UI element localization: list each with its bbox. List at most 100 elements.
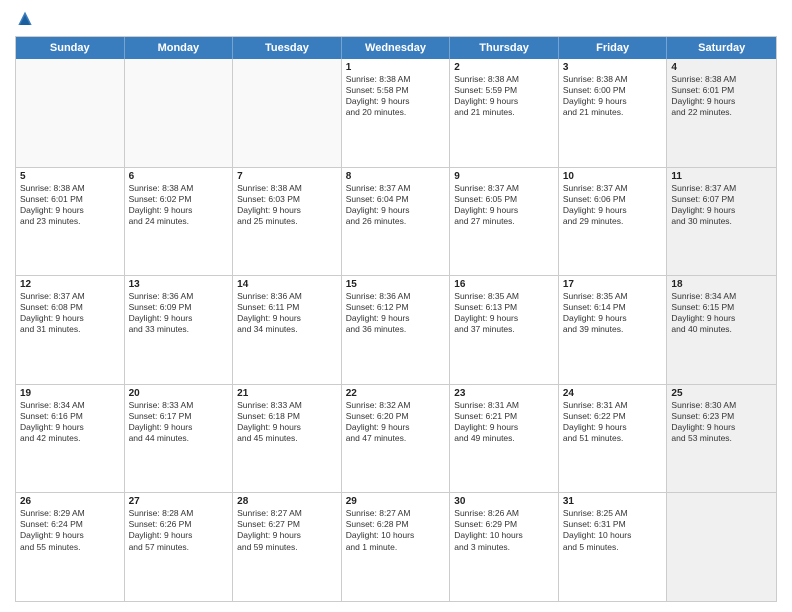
day-number: 13	[129, 279, 229, 290]
logo-icon	[15, 10, 35, 30]
day-number: 22	[346, 388, 446, 399]
cell-info: Sunrise: 8:31 AM Sunset: 6:22 PM Dayligh…	[563, 400, 663, 444]
day-number: 1	[346, 62, 446, 73]
cell-info: Sunrise: 8:37 AM Sunset: 6:07 PM Dayligh…	[671, 183, 772, 227]
calendar-row-3: 19Sunrise: 8:34 AM Sunset: 6:16 PM Dayli…	[16, 385, 776, 494]
calendar-cell-r2-c6: 18Sunrise: 8:34 AM Sunset: 6:15 PM Dayli…	[667, 276, 776, 384]
cell-info: Sunrise: 8:34 AM Sunset: 6:15 PM Dayligh…	[671, 291, 772, 335]
calendar-cell-r2-c4: 16Sunrise: 8:35 AM Sunset: 6:13 PM Dayli…	[450, 276, 559, 384]
cell-info: Sunrise: 8:34 AM Sunset: 6:16 PM Dayligh…	[20, 400, 120, 444]
calendar-row-4: 26Sunrise: 8:29 AM Sunset: 6:24 PM Dayli…	[16, 493, 776, 601]
calendar-cell-r0-c3: 1Sunrise: 8:38 AM Sunset: 5:58 PM Daylig…	[342, 59, 451, 167]
calendar-cell-r4-c6	[667, 493, 776, 601]
cell-info: Sunrise: 8:29 AM Sunset: 6:24 PM Dayligh…	[20, 508, 120, 552]
cell-info: Sunrise: 8:38 AM Sunset: 5:58 PM Dayligh…	[346, 74, 446, 118]
weekday-header-friday: Friday	[559, 37, 668, 59]
logo	[15, 10, 39, 30]
day-number: 14	[237, 279, 337, 290]
calendar-cell-r2-c0: 12Sunrise: 8:37 AM Sunset: 6:08 PM Dayli…	[16, 276, 125, 384]
day-number: 15	[346, 279, 446, 290]
calendar-cell-r1-c2: 7Sunrise: 8:38 AM Sunset: 6:03 PM Daylig…	[233, 168, 342, 276]
cell-info: Sunrise: 8:33 AM Sunset: 6:17 PM Dayligh…	[129, 400, 229, 444]
header	[15, 10, 777, 30]
weekday-header-monday: Monday	[125, 37, 234, 59]
day-number: 6	[129, 171, 229, 182]
cell-info: Sunrise: 8:37 AM Sunset: 6:04 PM Dayligh…	[346, 183, 446, 227]
cell-info: Sunrise: 8:27 AM Sunset: 6:27 PM Dayligh…	[237, 508, 337, 552]
calendar-cell-r0-c5: 3Sunrise: 8:38 AM Sunset: 6:00 PM Daylig…	[559, 59, 668, 167]
calendar-cell-r3-c5: 24Sunrise: 8:31 AM Sunset: 6:22 PM Dayli…	[559, 385, 668, 493]
cell-info: Sunrise: 8:32 AM Sunset: 6:20 PM Dayligh…	[346, 400, 446, 444]
day-number: 29	[346, 496, 446, 507]
calendar-cell-r0-c6: 4Sunrise: 8:38 AM Sunset: 6:01 PM Daylig…	[667, 59, 776, 167]
calendar-cell-r1-c6: 11Sunrise: 8:37 AM Sunset: 6:07 PM Dayli…	[667, 168, 776, 276]
weekday-header-tuesday: Tuesday	[233, 37, 342, 59]
cell-info: Sunrise: 8:28 AM Sunset: 6:26 PM Dayligh…	[129, 508, 229, 552]
day-number: 24	[563, 388, 663, 399]
day-number: 30	[454, 496, 554, 507]
calendar-row-2: 12Sunrise: 8:37 AM Sunset: 6:08 PM Dayli…	[16, 276, 776, 385]
calendar-cell-r3-c3: 22Sunrise: 8:32 AM Sunset: 6:20 PM Dayli…	[342, 385, 451, 493]
cell-info: Sunrise: 8:35 AM Sunset: 6:13 PM Dayligh…	[454, 291, 554, 335]
calendar-cell-r4-c3: 29Sunrise: 8:27 AM Sunset: 6:28 PM Dayli…	[342, 493, 451, 601]
day-number: 23	[454, 388, 554, 399]
cell-info: Sunrise: 8:25 AM Sunset: 6:31 PM Dayligh…	[563, 508, 663, 552]
cell-info: Sunrise: 8:38 AM Sunset: 6:02 PM Dayligh…	[129, 183, 229, 227]
calendar-cell-r1-c0: 5Sunrise: 8:38 AM Sunset: 6:01 PM Daylig…	[16, 168, 125, 276]
weekday-header-thursday: Thursday	[450, 37, 559, 59]
day-number: 8	[346, 171, 446, 182]
calendar-cell-r0-c0	[16, 59, 125, 167]
day-number: 25	[671, 388, 772, 399]
cell-info: Sunrise: 8:36 AM Sunset: 6:09 PM Dayligh…	[129, 291, 229, 335]
calendar-cell-r1-c5: 10Sunrise: 8:37 AM Sunset: 6:06 PM Dayli…	[559, 168, 668, 276]
day-number: 3	[563, 62, 663, 73]
day-number: 28	[237, 496, 337, 507]
day-number: 4	[671, 62, 772, 73]
calendar-header-row: SundayMondayTuesdayWednesdayThursdayFrid…	[16, 37, 776, 59]
calendar-cell-r3-c0: 19Sunrise: 8:34 AM Sunset: 6:16 PM Dayli…	[16, 385, 125, 493]
day-number: 20	[129, 388, 229, 399]
day-number: 10	[563, 171, 663, 182]
day-number: 21	[237, 388, 337, 399]
day-number: 5	[20, 171, 120, 182]
calendar-cell-r3-c1: 20Sunrise: 8:33 AM Sunset: 6:17 PM Dayli…	[125, 385, 234, 493]
calendar-cell-r1-c1: 6Sunrise: 8:38 AM Sunset: 6:02 PM Daylig…	[125, 168, 234, 276]
cell-info: Sunrise: 8:37 AM Sunset: 6:08 PM Dayligh…	[20, 291, 120, 335]
day-number: 17	[563, 279, 663, 290]
calendar-cell-r3-c6: 25Sunrise: 8:30 AM Sunset: 6:23 PM Dayli…	[667, 385, 776, 493]
calendar-row-0: 1Sunrise: 8:38 AM Sunset: 5:58 PM Daylig…	[16, 59, 776, 168]
calendar-cell-r0-c1	[125, 59, 234, 167]
day-number: 9	[454, 171, 554, 182]
day-number: 11	[671, 171, 772, 182]
day-number: 27	[129, 496, 229, 507]
calendar-cell-r4-c1: 27Sunrise: 8:28 AM Sunset: 6:26 PM Dayli…	[125, 493, 234, 601]
calendar-cell-r1-c3: 8Sunrise: 8:37 AM Sunset: 6:04 PM Daylig…	[342, 168, 451, 276]
calendar-cell-r3-c4: 23Sunrise: 8:31 AM Sunset: 6:21 PM Dayli…	[450, 385, 559, 493]
calendar: SundayMondayTuesdayWednesdayThursdayFrid…	[15, 36, 777, 602]
calendar-cell-r0-c2	[233, 59, 342, 167]
calendar-body: 1Sunrise: 8:38 AM Sunset: 5:58 PM Daylig…	[16, 59, 776, 601]
cell-info: Sunrise: 8:38 AM Sunset: 6:03 PM Dayligh…	[237, 183, 337, 227]
calendar-cell-r4-c2: 28Sunrise: 8:27 AM Sunset: 6:27 PM Dayli…	[233, 493, 342, 601]
cell-info: Sunrise: 8:38 AM Sunset: 6:01 PM Dayligh…	[20, 183, 120, 227]
calendar-cell-r4-c4: 30Sunrise: 8:26 AM Sunset: 6:29 PM Dayli…	[450, 493, 559, 601]
day-number: 12	[20, 279, 120, 290]
day-number: 31	[563, 496, 663, 507]
calendar-row-1: 5Sunrise: 8:38 AM Sunset: 6:01 PM Daylig…	[16, 168, 776, 277]
cell-info: Sunrise: 8:35 AM Sunset: 6:14 PM Dayligh…	[563, 291, 663, 335]
weekday-header-sunday: Sunday	[16, 37, 125, 59]
weekday-header-wednesday: Wednesday	[342, 37, 451, 59]
calendar-cell-r4-c5: 31Sunrise: 8:25 AM Sunset: 6:31 PM Dayli…	[559, 493, 668, 601]
cell-info: Sunrise: 8:37 AM Sunset: 6:05 PM Dayligh…	[454, 183, 554, 227]
cell-info: Sunrise: 8:27 AM Sunset: 6:28 PM Dayligh…	[346, 508, 446, 552]
cell-info: Sunrise: 8:38 AM Sunset: 5:59 PM Dayligh…	[454, 74, 554, 118]
calendar-cell-r3-c2: 21Sunrise: 8:33 AM Sunset: 6:18 PM Dayli…	[233, 385, 342, 493]
day-number: 19	[20, 388, 120, 399]
cell-info: Sunrise: 8:31 AM Sunset: 6:21 PM Dayligh…	[454, 400, 554, 444]
cell-info: Sunrise: 8:36 AM Sunset: 6:11 PM Dayligh…	[237, 291, 337, 335]
day-number: 7	[237, 171, 337, 182]
cell-info: Sunrise: 8:26 AM Sunset: 6:29 PM Dayligh…	[454, 508, 554, 552]
cell-info: Sunrise: 8:38 AM Sunset: 6:00 PM Dayligh…	[563, 74, 663, 118]
calendar-cell-r1-c4: 9Sunrise: 8:37 AM Sunset: 6:05 PM Daylig…	[450, 168, 559, 276]
weekday-header-saturday: Saturday	[667, 37, 776, 59]
